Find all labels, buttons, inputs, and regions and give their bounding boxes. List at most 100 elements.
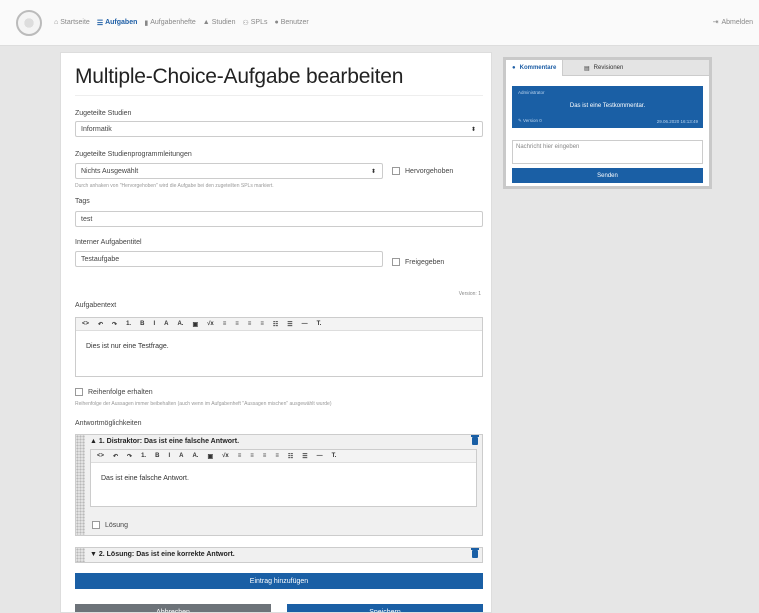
comments-icon: ● xyxy=(512,65,516,71)
internal-title-input[interactable]: Testaufgabe xyxy=(75,251,383,267)
checkbox-box[interactable] xyxy=(392,167,400,175)
toolbar-button[interactable]: B xyxy=(140,321,144,327)
university-logo[interactable] xyxy=(16,9,42,36)
toolbar-button[interactable]: ↶ xyxy=(98,321,103,328)
logout-link[interactable]: ⇥ Abmelden xyxy=(713,18,753,27)
comment-card: Administrator Das ist eine Testkommentar… xyxy=(512,86,703,128)
home-icon: ⌂ xyxy=(54,19,59,26)
toolbar-button[interactable]: ☷ xyxy=(288,453,293,460)
tags-input[interactable]: test xyxy=(75,211,483,227)
tags-label: Tags xyxy=(75,198,90,205)
studies-label: Zugeteilte Studien xyxy=(75,110,132,117)
toolbar-button[interactable]: ≡ xyxy=(250,453,254,459)
checkbox-box[interactable] xyxy=(92,521,100,529)
comment-text: Das ist eine Testkommentar. xyxy=(569,103,646,109)
toolbar-button[interactable]: ↷ xyxy=(112,321,117,328)
task-text-label: Aufgabentext xyxy=(75,302,117,309)
drag-handle[interactable] xyxy=(76,435,85,535)
studies-value: Informatik xyxy=(81,125,112,133)
toolbar-button[interactable]: I xyxy=(153,321,155,327)
solution-label: Lösung xyxy=(105,521,128,529)
nav-item-label: Aufgaben xyxy=(105,19,138,26)
version-label: Version: 1 xyxy=(458,291,481,297)
toolbar-button[interactable]: I xyxy=(168,453,170,459)
cancel-button[interactable]: Abbrechen xyxy=(75,604,271,612)
toolbar-button[interactable]: ≡ xyxy=(260,321,264,327)
toolbar-button[interactable]: — xyxy=(302,321,308,327)
drag-handle[interactable] xyxy=(76,548,85,562)
toolbar-button[interactable]: <> xyxy=(82,321,89,327)
toolbar-button[interactable]: ☷ xyxy=(273,321,278,328)
toolbar-button[interactable]: 1. xyxy=(126,321,131,327)
approved-checkbox[interactable]: Freigegeben xyxy=(392,258,444,266)
toolbar-button[interactable]: 1. xyxy=(141,453,146,459)
editor-toolbar: <> ↶ ↷ 1. B I A A. ▣ √x ≡ ≡ ≡ ≡ ☷ ☰ — T. xyxy=(91,450,476,463)
nav-item-aufgaben[interactable]: ☰ Aufgaben xyxy=(97,19,138,27)
toolbar-button[interactable]: √x xyxy=(207,321,214,327)
toolbar-button[interactable]: ▣ xyxy=(192,321,198,328)
toolbar-button[interactable]: ▣ xyxy=(207,453,213,460)
list-icon: ☰ xyxy=(96,19,104,27)
task-text-editor[interactable]: <> ↶ ↷ 1. B I A A. ▣ √x ≡ ≡ ≡ ≡ ☷ ☰ — T. Dies ist nur ein… xyxy=(75,317,483,377)
nav-item-aufgabenhefte[interactable]: ▮ Aufgabenhefte xyxy=(144,19,195,27)
studies-select[interactable]: Informatik ⬍ xyxy=(75,121,483,137)
checkbox-box[interactable] xyxy=(392,258,400,266)
toolbar-button[interactable]: ≡ xyxy=(238,453,242,459)
toolbar-button[interactable]: ↷ xyxy=(127,453,132,460)
message-input[interactable]: Nachricht hier eingeben xyxy=(512,140,703,164)
toolbar-button[interactable]: √x xyxy=(222,453,229,459)
spl-value: Nichts Ausgewählt xyxy=(81,167,139,175)
task-text-content[interactable]: Dies ist nur eine Testfrage. xyxy=(76,331,482,362)
answer-text-editor[interactable]: <> ↶ ↷ 1. B I A A. ▣ √x ≡ ≡ ≡ ≡ ☷ ☰ — T. Das ist eine fal… xyxy=(90,449,477,507)
tab-revisions[interactable]: ▤ Revisionen xyxy=(578,60,629,76)
toolbar-button[interactable]: A xyxy=(164,321,168,327)
checkbox-box[interactable] xyxy=(75,388,83,396)
users-icon: ⚇ xyxy=(242,19,249,27)
nav-item-label: Aufgabenhefte xyxy=(150,19,196,26)
toolbar-button[interactable]: B xyxy=(155,453,159,459)
toolbar-button[interactable]: ☰ xyxy=(287,321,292,328)
answer-text-content[interactable]: Das ist eine falsche Antwort. xyxy=(91,463,476,494)
page-title: Multiple-Choice-Aufgabe bearbeiten xyxy=(75,65,404,88)
trash-icon[interactable] xyxy=(471,548,479,558)
toolbar-button[interactable]: A xyxy=(179,453,183,459)
toolbar-button[interactable]: A. xyxy=(177,321,183,327)
send-button[interactable]: Senden xyxy=(512,168,703,183)
nav-item-label: Benutzer xyxy=(280,19,309,26)
add-entry-button[interactable]: Eintrag hinzufügen xyxy=(75,573,483,589)
highlighted-checkbox[interactable]: Hervorgehoben xyxy=(392,167,453,175)
logout-label: Abmelden xyxy=(721,18,753,26)
tab-comments[interactable]: ● Kommentare xyxy=(506,60,564,76)
answer-header[interactable]: ▼ 2. Lösung: Das ist eine korrekte Antwo… xyxy=(90,551,235,558)
toolbar-button[interactable]: ≡ xyxy=(248,321,252,327)
spl-select[interactable]: Nichts Ausgewählt ⬍ xyxy=(75,163,383,179)
toolbar-button[interactable]: A. xyxy=(192,453,198,459)
nav-item-spls[interactable]: ⚇ SPLs xyxy=(242,19,267,27)
answer-item: ▼ 2. Lösung: Das ist eine korrekte Antwo… xyxy=(75,547,483,563)
select-arrow-icon: ⬍ xyxy=(470,126,476,133)
toolbar-button[interactable]: T. xyxy=(332,453,337,459)
toolbar-button[interactable]: ≡ xyxy=(235,321,239,327)
toolbar-button[interactable]: T. xyxy=(317,321,322,327)
save-button[interactable]: Speichern xyxy=(287,604,483,612)
revisions-icon: ▤ xyxy=(584,65,590,72)
toolbar-button[interactable]: ☰ xyxy=(302,453,307,460)
solution-checkbox[interactable]: Lösung xyxy=(92,521,128,529)
task-edit-panel: Multiple-Choice-Aufgabe bearbeiten Zuget… xyxy=(60,52,492,613)
toolbar-button[interactable]: ≡ xyxy=(263,453,267,459)
toolbar-button[interactable]: <> xyxy=(97,453,104,459)
nav-item-label: Startseite xyxy=(60,19,90,26)
keep-order-checkbox[interactable]: Reihenfolge erhalten xyxy=(75,388,153,396)
nav-item-benutzer[interactable]: ● Benutzer xyxy=(274,19,308,26)
trash-icon[interactable] xyxy=(471,435,479,445)
spl-help-text: Durch anhaken von "Hervorgehoben" wird d… xyxy=(75,183,274,189)
answer-header[interactable]: ▲ 1. Distraktor: Das ist eine falsche An… xyxy=(90,438,239,445)
toolbar-button[interactable]: ≡ xyxy=(223,321,227,327)
nav-item-startseite[interactable]: ⌂ Startseite xyxy=(54,19,90,26)
nav-item-studien[interactable]: ▲ Studien xyxy=(203,19,236,26)
toolbar-button[interactable]: ≡ xyxy=(275,453,279,459)
internal-title-label: Interner Aufgabentitel xyxy=(75,239,142,246)
toolbar-button[interactable]: ↶ xyxy=(113,453,118,460)
comment-version[interactable]: ✎ Version 0 xyxy=(518,118,542,124)
toolbar-button[interactable]: — xyxy=(317,453,323,459)
